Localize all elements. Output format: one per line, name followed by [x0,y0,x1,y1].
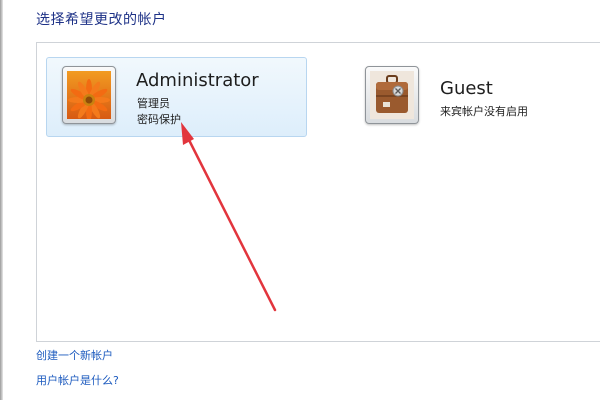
annotation-arrow [181,122,277,312]
